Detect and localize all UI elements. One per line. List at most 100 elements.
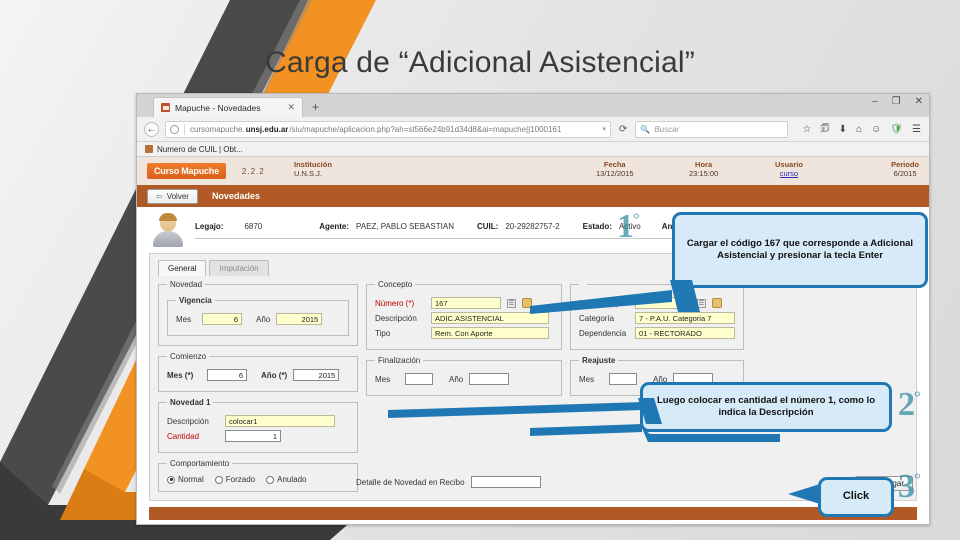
- header-value: 23:15:00: [689, 169, 719, 179]
- tab-imputacion[interactable]: Imputación: [209, 260, 269, 276]
- header-field-institucion: Institución U.N.S.J.: [294, 160, 332, 179]
- header-key: Usuario: [775, 160, 803, 169]
- download-icon[interactable]: ⬇: [839, 124, 847, 135]
- library-icon[interactable]: 🗊: [820, 121, 829, 138]
- close-tab-icon[interactable]: ✕: [287, 102, 295, 113]
- fieldset-finalizacion: Finalización Mes Año: [366, 356, 562, 396]
- search-placeholder: Buscar: [654, 124, 680, 134]
- comienzo-anio-input[interactable]: 2015: [293, 369, 340, 381]
- annotation-badge-3-number: 3: [898, 468, 915, 505]
- vigencia-anio-label: Año: [256, 314, 271, 324]
- tab-general[interactable]: General: [158, 260, 207, 276]
- chevron-down-icon[interactable]: ▾: [602, 125, 606, 133]
- back-icon[interactable]: ←: [144, 121, 159, 137]
- lookup-icon[interactable]: ☰: [507, 298, 516, 308]
- comportamiento-legend: Comportamiento: [170, 459, 230, 468]
- browser-tab[interactable]: Mapuche - Novedades ✕: [153, 97, 303, 117]
- header-field-usuario: Usuario curso: [775, 160, 803, 179]
- annotation-badge-3-degree: °: [914, 469, 921, 489]
- annotation-badge-2-number: 2: [898, 386, 915, 423]
- back-button-label: Volver: [166, 191, 189, 201]
- reload-icon[interactable]: ⟳: [617, 124, 629, 135]
- agente-label: Agente:: [319, 221, 350, 231]
- annotation-badge-2: 2°: [898, 386, 921, 424]
- tab-title: Mapuche - Novedades: [175, 102, 261, 113]
- back-button[interactable]: ⇦ Volver: [147, 188, 198, 204]
- annotation-badge-1-number: 1: [617, 208, 634, 245]
- close-window-icon[interactable]: ✕: [915, 96, 923, 107]
- finalizacion-mes-input[interactable]: [405, 373, 433, 385]
- finalizacion-mes-label: Mes: [375, 374, 391, 384]
- header-key: Institución: [294, 160, 332, 169]
- account-icon[interactable]: ☺: [871, 124, 881, 135]
- new-tab-button[interactable]: +: [312, 100, 319, 114]
- minimize-icon[interactable]: –: [872, 96, 878, 107]
- bookmark-item-cuil[interactable]: Numero de CUIL | Obt...: [157, 145, 243, 154]
- estado-label: Estado:: [582, 221, 612, 231]
- menu-icon[interactable]: ☰: [912, 124, 921, 135]
- radio-normal-label: Normal: [178, 475, 204, 484]
- user-link[interactable]: curso: [780, 169, 798, 178]
- maximize-icon[interactable]: ❐: [892, 96, 901, 107]
- section-title: Novedades: [211, 191, 260, 201]
- concepto-numero-label: Número (*): [375, 298, 415, 308]
- novedad-legend: Novedad: [170, 280, 203, 289]
- app-logo: Curso Mapuche: [147, 163, 226, 179]
- shield-icon[interactable]: 🛡: [890, 124, 903, 135]
- radio-normal-dot: [167, 475, 175, 484]
- legajo-label: Legajo:: [195, 221, 224, 231]
- browser-titlebar: Mapuche - Novedades ✕ + – ❐ ✕: [137, 94, 929, 117]
- annotation-callout-3-text: Click: [842, 490, 870, 503]
- address-bar[interactable]: cursomapuche. unsj.edu.ar /siu/mapuche/a…: [165, 120, 611, 138]
- novedad1-descripcion-input[interactable]: colocar1: [225, 415, 335, 427]
- browser-toolbar-icons: ☆ 🗊 ⬇ ⌂ ☺ 🛡 ☰: [802, 121, 921, 138]
- reajuste-legend: Reajuste: [582, 356, 616, 365]
- browser-navbar: ← cursomapuche. unsj.edu.ar /siu/mapuche…: [137, 117, 929, 142]
- finalizacion-anio-input[interactable]: [469, 373, 510, 385]
- header-field-periodo: Periodo 6/2015: [891, 160, 919, 179]
- detalle-recibo-input[interactable]: [470, 476, 541, 488]
- cuil-value: 20-29282757-2: [505, 221, 560, 231]
- detalle-recibo-label: Detalle de Novedad en Recibo: [356, 477, 465, 487]
- vigencia-mes-label: Mes: [176, 314, 192, 324]
- search-input[interactable]: 🔍 Buscar: [635, 120, 789, 138]
- home-icon[interactable]: ⌂: [856, 124, 862, 135]
- agente-value: PAEZ, PABLO SEBASTIAN: [356, 221, 454, 231]
- concepto-legend: Concepto: [378, 280, 413, 289]
- radio-anulado-dot: [266, 475, 275, 484]
- header-field-hora: Hora 23:15:00: [689, 160, 718, 179]
- annotation-badge-2-degree: °: [914, 387, 921, 407]
- mapuche-favicon: [161, 103, 170, 112]
- annotation-badge-1: 1°: [617, 208, 640, 246]
- vigencia-anio-input[interactable]: 2015: [276, 313, 323, 325]
- bookmarks-bar: Numero de CUIL | Obt...: [137, 142, 929, 157]
- header-value: 13/12/2015: [596, 169, 634, 179]
- header-field-fecha: Fecha 13/12/2015: [596, 160, 634, 179]
- reajuste-mes-input[interactable]: [609, 373, 637, 385]
- radio-anulado[interactable]: Anulado: [266, 475, 307, 484]
- header-value: 6/2015: [893, 169, 917, 179]
- radio-forzado-label: Forzado: [225, 475, 256, 484]
- vigencia-mes-input[interactable]: 6: [202, 313, 242, 325]
- radio-forzado[interactable]: Forzado: [214, 475, 256, 484]
- concepto-descripcion-label: Descripción: [375, 313, 417, 323]
- star-icon[interactable]: ☆: [802, 124, 811, 135]
- reajuste-mes-label: Mes: [579, 374, 595, 384]
- page-title: Carga de “Adicional Asistencial”: [265, 46, 695, 79]
- novedad1-cantidad-label: Cantidad: [167, 431, 200, 441]
- url-domain: unsj.edu.ar: [245, 124, 289, 134]
- novedad1-cantidad-input[interactable]: 1: [225, 430, 281, 442]
- fieldset-vigencia: Vigencia Mes 6 Año 2015: [167, 296, 349, 336]
- fieldset-comportamiento: Comportamiento Normal Forzado Anulado: [158, 459, 358, 492]
- detalle-recibo-row: Detalle de Novedad en Recibo: [350, 476, 541, 488]
- header-key: Periodo: [891, 160, 919, 169]
- back-arrow-icon: ⇦: [156, 191, 163, 201]
- radio-normal[interactable]: Normal: [167, 475, 204, 484]
- comienzo-mes-input[interactable]: 6: [207, 369, 247, 381]
- legajo-value: 6870: [244, 221, 263, 231]
- url-divider: [184, 123, 185, 135]
- concepto-numero-input[interactable]: 167: [431, 297, 501, 309]
- url-prefix: cursomapuche.: [190, 124, 245, 134]
- novedad1-legend: Novedad 1: [170, 398, 211, 407]
- finalizacion-legend: Finalización: [378, 356, 421, 365]
